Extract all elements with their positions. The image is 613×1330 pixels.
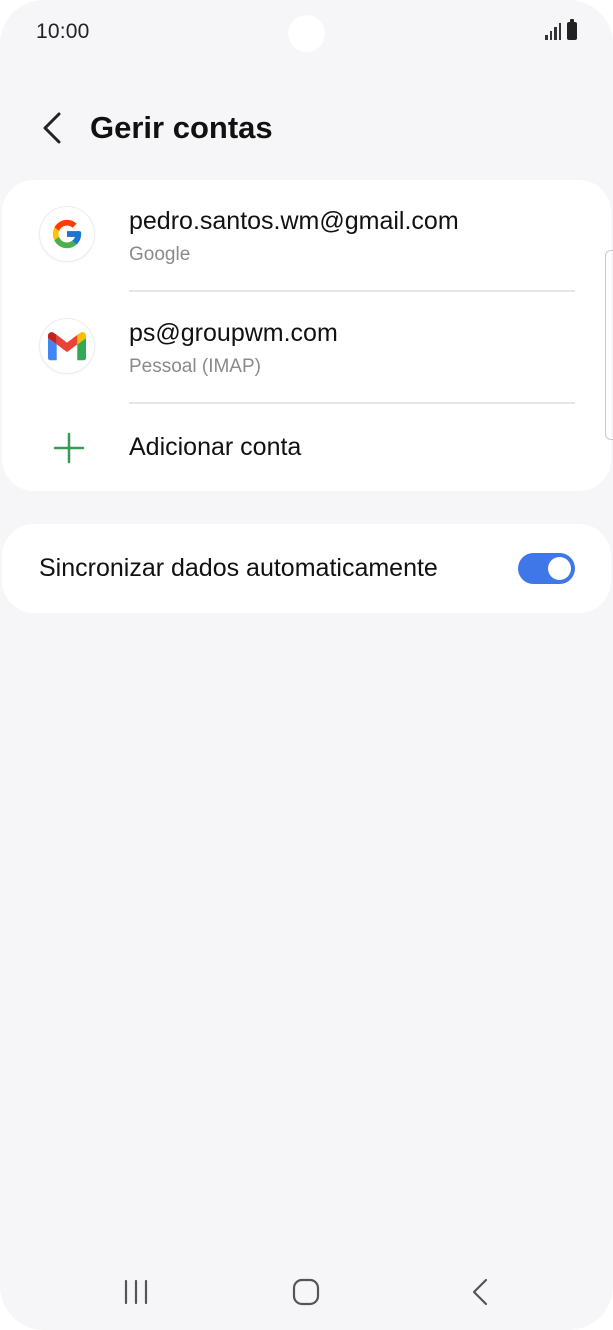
- add-account-row[interactable]: [2, 404, 611, 491]
- account-row-google[interactable]: pedro.santos.wm@gmail.com Google: [2, 180, 611, 290]
- account-type: Pessoal (IMAP): [129, 356, 261, 377]
- chevron-left-icon: [43, 112, 61, 144]
- sync-toggle[interactable]: [518, 553, 575, 584]
- accounts-card: pedro.santos.wm@gmail.com Google ps@grou…: [2, 180, 611, 491]
- home-icon: [292, 1278, 320, 1306]
- scroll-indicator[interactable]: [605, 250, 613, 440]
- toggle-knob: [548, 557, 571, 580]
- gmail-icon: [40, 319, 94, 373]
- sync-label: Sincronizar dados automaticamente: [39, 554, 438, 582]
- signal-icon: [545, 22, 561, 40]
- back-icon: [472, 1278, 488, 1306]
- account-type: Google: [129, 244, 191, 265]
- battery-icon: [567, 19, 577, 40]
- camera-cutout: [288, 15, 325, 52]
- status-icons: [545, 19, 577, 40]
- recents-icon: [124, 1279, 148, 1305]
- back-button[interactable]: [28, 104, 76, 152]
- screen: 10:00 Gerir contas pedro.santos.wm@gmail…: [0, 0, 613, 1330]
- navigation-bar: [0, 1262, 613, 1322]
- plus-icon: [52, 431, 86, 470]
- home-button[interactable]: [286, 1274, 326, 1310]
- account-email: pedro.santos.wm@gmail.com: [129, 207, 459, 235]
- account-email: ps@groupwm.com: [129, 319, 338, 347]
- google-icon: [40, 207, 94, 261]
- add-account-label[interactable]: Adicionar conta: [129, 433, 301, 462]
- recents-button[interactable]: [118, 1276, 154, 1308]
- page-title: Gerir contas: [90, 110, 273, 145]
- status-bar: 10:00: [0, 0, 613, 64]
- gmail-logo: [48, 332, 86, 361]
- account-row-imap[interactable]: ps@groupwm.com Pessoal (IMAP): [2, 292, 611, 402]
- status-time: 10:00: [36, 20, 90, 43]
- nav-back-button[interactable]: [462, 1274, 498, 1310]
- sync-card: Sincronizar dados automaticamente: [2, 524, 611, 613]
- app-header: Gerir contas: [0, 96, 613, 160]
- google-logo: [52, 219, 82, 249]
